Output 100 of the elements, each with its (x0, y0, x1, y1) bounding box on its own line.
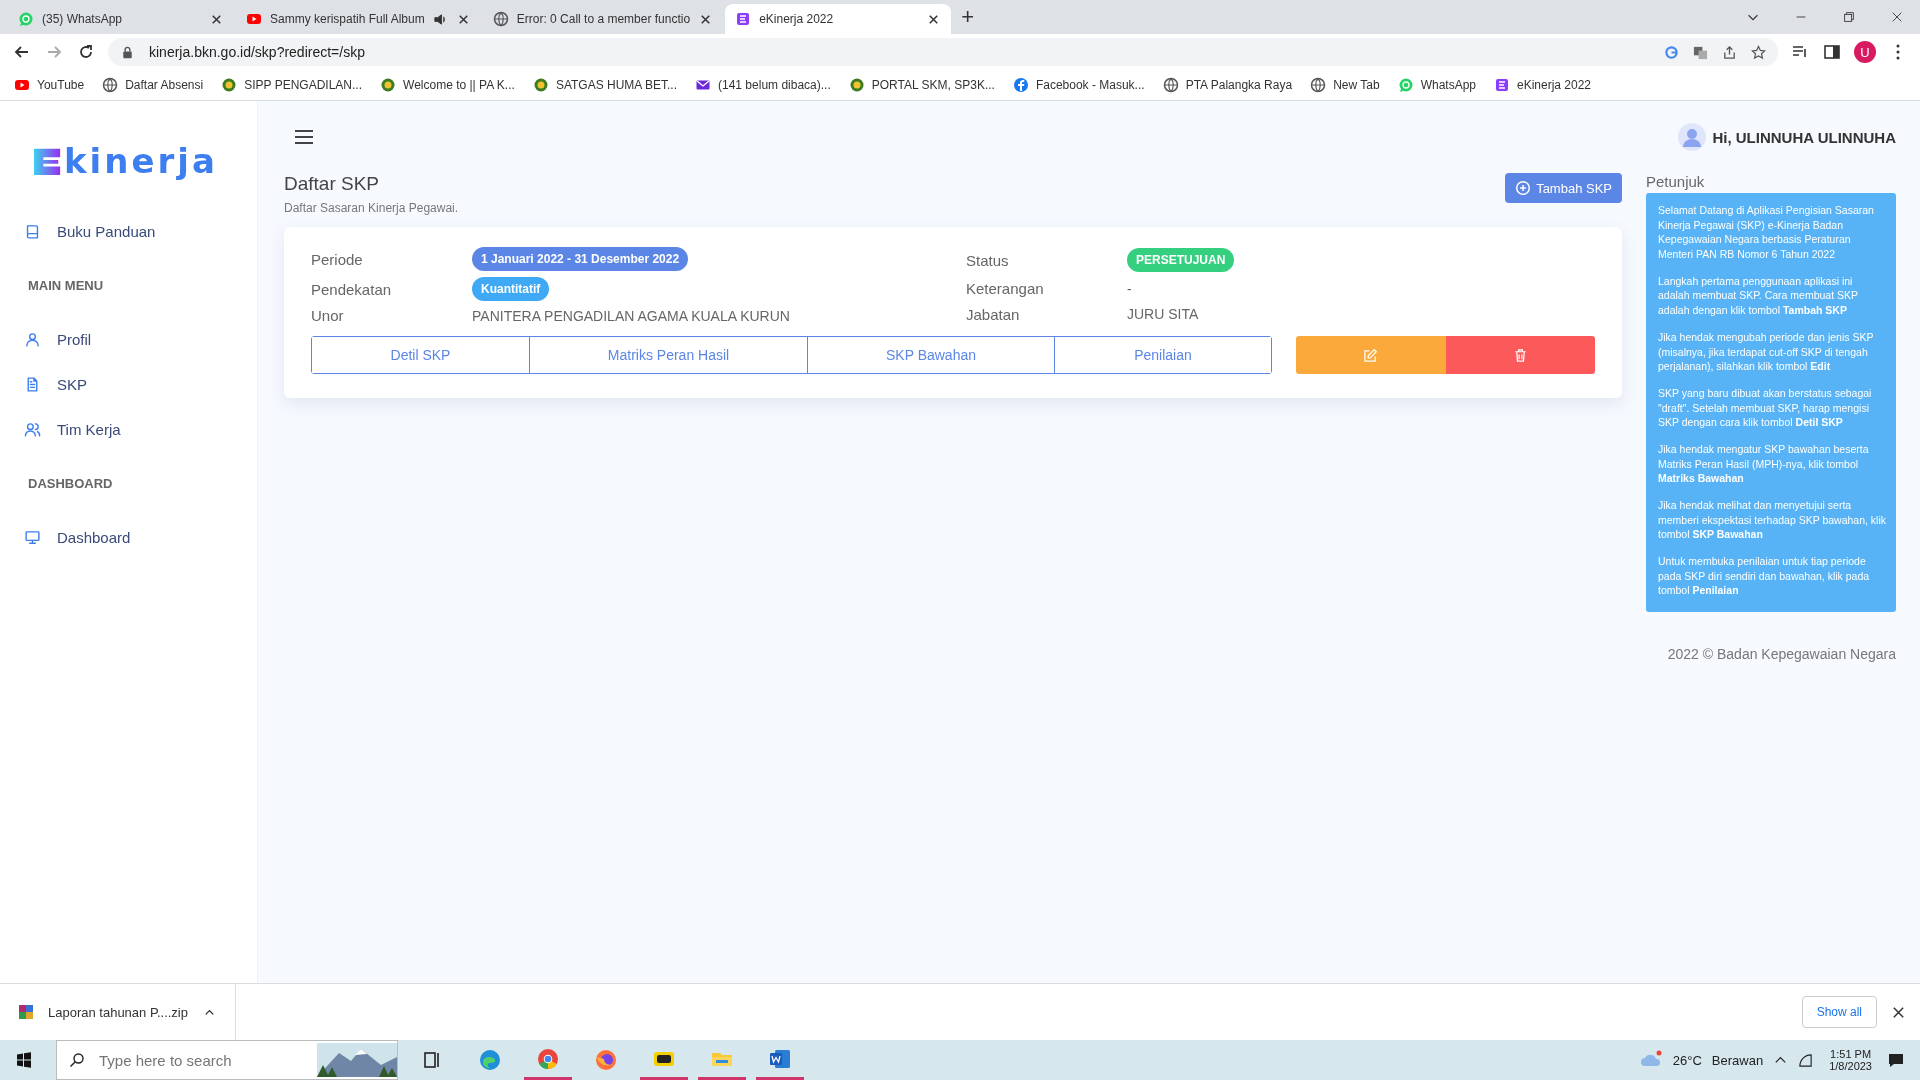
bookmark[interactable]: PORTAL SKM, SP3K... (848, 77, 995, 93)
browser-tab[interactable]: Error: 0 Call to a member functio (482, 4, 724, 34)
monitor-icon (24, 529, 41, 546)
windows-start-icon[interactable] (16, 1052, 32, 1068)
globe-icon (1162, 77, 1179, 93)
instruction-paragraph: Jika hendak melihat dan menyetujui serta memberi ekspektasi terhadap SKP bawahan, klik tombol SKP Bawahan (1658, 498, 1886, 543)
field-label: Periode (311, 250, 364, 268)
logo-text: kinerja (64, 141, 218, 181)
field-label: Pendekatan (311, 280, 393, 298)
status-badge: Kuantitatif (472, 277, 550, 301)
field-label: Jabatan (966, 305, 1021, 323)
bookmark[interactable]: eKinerja 2022 (1494, 77, 1592, 93)
instruction-paragraph: Jika hendak mengubah periode dan jenis SKP (misalnya, jika terdapat cut-off SKP di tengah perjalanan), silahkan klik tombol Edit (1658, 329, 1875, 374)
tab-title: Error: 0 Call to a member functio (516, 12, 691, 26)
address-bar[interactable]: kinerja.bkn.go.id/skp?redirect=/skp (108, 38, 1778, 66)
chat-bubble-icon (1397, 77, 1414, 93)
close-icon[interactable] (1890, 10, 1904, 24)
sidebar-item[interactable]: Buku Panduan (24, 209, 257, 254)
notification-icon[interactable] (1888, 1052, 1904, 1068)
profile-avatar[interactable]: U (1854, 41, 1876, 63)
bookmark[interactable]: SIPP PENGADILAN... (221, 77, 363, 93)
browser-tab[interactable]: eKinerja 2022 (725, 4, 952, 34)
menu-icon[interactable] (294, 129, 314, 145)
fox-globe-icon[interactable] (594, 1048, 618, 1072)
footer-text: 2022 © Badan Kepegawaian Negara (1666, 646, 1896, 663)
translate-icon[interactable] (1693, 44, 1708, 60)
logo-icon (1494, 77, 1510, 93)
sidebar-item[interactable]: Tim Kerja (24, 407, 257, 452)
instruction-paragraph: Langkah pertama penggunaan aplikasi ini adalah membuat SKP. Cara membuat SKP adalah dengan klik tombol Tambah SKP (1658, 273, 1859, 318)
user-icon (24, 331, 41, 348)
bookmark[interactable]: (141 belum dibaca)... (695, 77, 831, 93)
bookmark[interactable]: New Tab (1310, 77, 1380, 93)
browser-tab[interactable]: Sammy kerispatih Full Album (236, 4, 481, 34)
video-play-icon (246, 11, 262, 27)
field-value: - (1127, 281, 1133, 297)
speaker-icon[interactable] (432, 11, 448, 27)
archive-icon (18, 1004, 34, 1020)
tab-title: eKinerja 2022 (759, 12, 835, 26)
plus-circle-icon (1515, 180, 1532, 196)
instruction-paragraph: Jika hendak mengatur SKP bawahan beserta Matriks Peran Hasil (MPH)-nya, klik tombol Matriks Bawahan (1658, 441, 1870, 486)
book-icon (24, 223, 41, 240)
google-icon[interactable] (1664, 44, 1679, 60)
side-panel-icon[interactable] (1822, 42, 1842, 62)
search-icon (69, 1052, 85, 1068)
lock-icon (120, 44, 135, 60)
facebook-icon (1012, 77, 1029, 93)
globe-icon (492, 11, 509, 27)
network-icon[interactable] (1798, 1052, 1814, 1068)
section-heading: DASHBOARD (28, 476, 114, 491)
close-icon[interactable] (1891, 1004, 1906, 1020)
instruction-paragraph: Untuk membuka penilaian untuk tiap periode pada SKP diri sendiri dan bawahan, klik pada tombol Penilaian (1658, 554, 1871, 599)
taskbar-search-box[interactable]: Type here to search (56, 1040, 398, 1080)
bookmark[interactable]: Facebook - Masuk... (1012, 77, 1145, 93)
tab-title: Sammy kerispatih Full Album (270, 12, 425, 26)
url-text: kinerja.bkn.go.id/skp?redirect=/skp (149, 44, 365, 60)
new-tab-button[interactable]: + (953, 4, 982, 30)
clock-time[interactable]: 1:51 PM (1830, 1048, 1872, 1060)
section-heading: MAIN MENU (28, 278, 105, 293)
taskbar-search-field[interactable]: Type here to search (97, 1050, 305, 1070)
panel-title: Petunjuk (1646, 173, 1706, 190)
browser-icon[interactable] (536, 1046, 560, 1071)
bookmark[interactable]: Welcome to || PA K... (380, 77, 515, 93)
bookmark[interactable]: WhatsApp (1397, 77, 1476, 93)
star-icon[interactable] (1751, 44, 1766, 60)
bookmark[interactable]: PTA Palangka Raya (1162, 77, 1293, 93)
bookmark[interactable]: Daftar Absensi (102, 77, 204, 93)
edit-icon (1363, 347, 1379, 363)
status-badge: 1 Januari 2022 - 31 Desember 2022 (472, 247, 689, 271)
share-icon[interactable] (1722, 44, 1737, 60)
weather-text[interactable]: Berawan (1711, 1052, 1764, 1068)
field-label: Unor (311, 307, 345, 324)
chat-bubble-icon (18, 11, 34, 27)
field-value: PANITERA PENGADILAN AGAMA KUALA KURUN (472, 307, 791, 324)
skp-nav-button[interactable]: Penilaian (1054, 337, 1271, 373)
restore-icon[interactable] (1842, 10, 1856, 24)
browser-tab[interactable]: (35) WhatsApp (8, 4, 234, 34)
sidebar-item[interactable]: Profil (24, 317, 257, 362)
logo-icon (735, 11, 752, 27)
user-greeting[interactable]: Hi, ULINNUHA ULINNUHA (1712, 128, 1896, 146)
bookmark[interactable]: YouTube (14, 77, 85, 93)
tab-title: (35) WhatsApp (42, 12, 124, 26)
instruction-paragraph: Selamat Datang di Aplikasi Pengisian Sasaran Kinerja Pegawai (SKP) e-Kinerja Badan Kepegawaian Negara berbasis Peraturan Menteri PAN RB Nomor 6 Tahun 2022 (1658, 203, 1875, 262)
sidebar-item[interactable]: Dashboard (24, 515, 257, 560)
sidebar-item[interactable]: SKP (24, 362, 257, 407)
browser-icon[interactable] (478, 1048, 502, 1072)
instruction-paragraph: SKP yang baru dibuat akan berstatus sebagai "draft". Setelah membuat SKP, harap mengisi SKP dengan cara klik tombol Detil SKP (1658, 385, 1873, 430)
add-skp-button[interactable]: Tambah SKP (1505, 173, 1622, 203)
video-play-icon (14, 77, 30, 93)
page-subtitle: Daftar Sasaran Kinerja Pegawai. (284, 201, 459, 215)
users-icon (24, 421, 41, 438)
trash-icon (1512, 347, 1528, 363)
show-all-button[interactable]: Show all (1801, 996, 1877, 1028)
globe-icon (102, 77, 119, 93)
temperature-text[interactable]: 26°C (1672, 1052, 1702, 1068)
bookmark[interactable]: SATGAS HUMA BET... (532, 77, 677, 93)
logo-icon (34, 146, 62, 176)
field-label: Status (966, 251, 1010, 269)
globe-icon (1310, 77, 1327, 93)
page-title: Daftar SKP (284, 173, 381, 195)
clock-date[interactable]: 1/8/2023 (1829, 1060, 1872, 1072)
